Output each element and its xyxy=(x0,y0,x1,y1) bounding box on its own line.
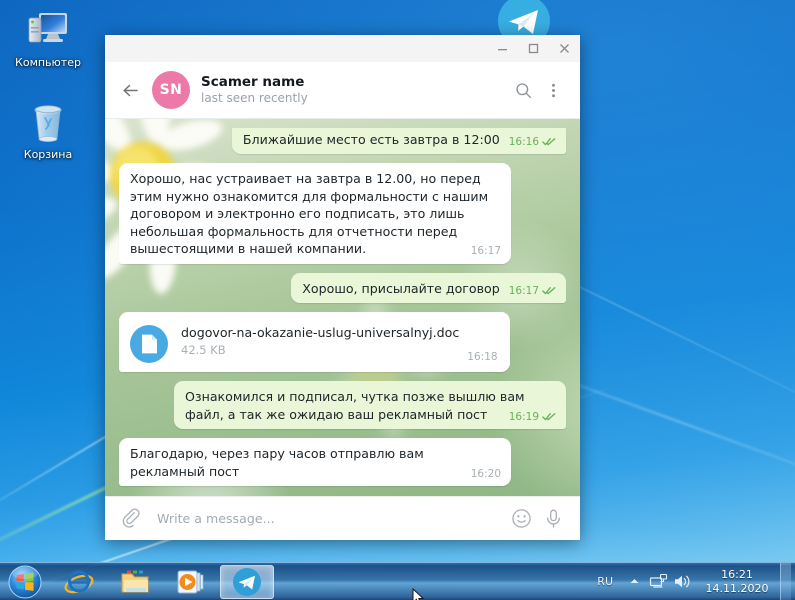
windows-start-orb xyxy=(8,565,42,598)
minimize-button[interactable] xyxy=(487,35,518,62)
message-row[interactable]: Хорошо, нас устраивает на завтра в 12.00… xyxy=(119,163,566,264)
system-tray[interactable]: RU 16:21 14.11.2020 xyxy=(588,562,795,600)
chat-header: SN Scamer name last seen recently xyxy=(105,62,580,119)
message-time: 16:17 xyxy=(508,284,539,297)
file-explorer-icon xyxy=(121,570,149,592)
message-list[interactable]: Ближайшие место есть завтра в 12:00 16:16… xyxy=(105,119,580,496)
clock[interactable]: 16:21 14.11.2020 xyxy=(694,568,780,596)
message-row[interactable]: Ближайшие место есть завтра в 12:00 16:16 xyxy=(119,127,566,154)
message-row[interactable]: dogovor-na-okazanie-uslug-universalnyj.d… xyxy=(119,312,566,372)
telegram-icon xyxy=(233,567,261,596)
message-bubble[interactable]: Ближайшие место есть завтра в 12:00 16:16 xyxy=(231,127,566,154)
show-hidden-icons-button[interactable] xyxy=(622,570,646,594)
message-row[interactable]: Хорошо, присылайте договор 16:17 xyxy=(119,272,566,303)
search-button[interactable] xyxy=(508,75,538,105)
window-titlebar[interactable] xyxy=(105,35,580,62)
message-meta: 16:17 xyxy=(471,245,501,257)
message-text: Ознакомился и подписал, чутка позже вышл… xyxy=(185,389,525,422)
message-bubble[interactable]: Хорошо, нас устраивает на завтра в 12.00… xyxy=(119,163,511,264)
recycle-bin-icon xyxy=(2,100,94,146)
peer-info[interactable]: Scamer name last seen recently xyxy=(201,74,508,106)
start-button[interactable] xyxy=(0,564,50,600)
network-icon xyxy=(649,573,667,588)
volume-icon xyxy=(674,575,689,588)
desktop-icon-computer[interactable]: Компьютер xyxy=(2,8,94,69)
taskbar-item-windows-media-player[interactable] xyxy=(164,565,218,599)
desktop-icon-recycle-bin[interactable]: Корзина xyxy=(2,100,94,161)
emoji-button[interactable] xyxy=(507,505,535,533)
close-button[interactable] xyxy=(549,35,580,62)
read-ticks-icon xyxy=(542,413,556,421)
network-button[interactable] xyxy=(646,570,670,594)
paperclip-icon xyxy=(122,508,140,528)
taskbar[interactable]: RU 16:21 14.11.2020 xyxy=(0,562,795,600)
message-time: 16:18 xyxy=(467,351,498,363)
message-text: Ближайшие место есть завтра в 12:00 xyxy=(242,131,500,147)
desktop-icon-label: Корзина xyxy=(23,148,73,161)
telegram-window[interactable]: SN Scamer name last seen recently Ближай… xyxy=(105,35,580,540)
chevron-up-icon xyxy=(630,579,638,583)
avatar-initials: SN xyxy=(159,82,183,98)
message-time: 16:19 xyxy=(508,410,539,423)
show-desktop-button[interactable] xyxy=(780,562,791,600)
message-time: 16:16 xyxy=(508,135,539,148)
peer-name: Scamer name xyxy=(201,74,305,90)
taskbar-item-file-explorer[interactable] xyxy=(108,565,162,599)
attach-button[interactable] xyxy=(118,506,144,532)
taskbar-item-internet-explorer[interactable] xyxy=(52,565,106,599)
menu-button[interactable] xyxy=(538,75,568,105)
document-message-bubble[interactable]: dogovor-na-okazanie-uslug-universalnyj.d… xyxy=(119,312,510,372)
message-bubble[interactable]: Ознакомился и подписал, чутка позже вышл… xyxy=(174,381,566,429)
message-composer[interactable] xyxy=(105,496,580,540)
message-meta: 16:19 xyxy=(509,411,556,423)
message-bubble[interactable]: Благодарю, через пару часов отправлю вам… xyxy=(119,438,511,486)
message-row[interactable]: Благодарю, через пару часов отправлю вам… xyxy=(119,438,566,486)
message-meta: 16:20 xyxy=(471,468,501,480)
message-text: Благодарю, через пару часов отправлю вам… xyxy=(130,446,424,479)
volume-button[interactable] xyxy=(670,570,694,594)
clock-time: 16:21 xyxy=(721,567,753,581)
message-time: 16:17 xyxy=(470,245,501,257)
message-bubble[interactable]: Хорошо, присылайте договор 16:17 xyxy=(291,272,566,303)
computer-icon xyxy=(2,8,94,54)
clock-date: 14.11.2020 xyxy=(705,581,769,595)
read-ticks-icon xyxy=(542,138,556,146)
maximize-button[interactable] xyxy=(518,35,549,62)
message-input[interactable] xyxy=(144,511,503,526)
message-meta: 16:17 xyxy=(509,285,556,297)
back-button[interactable] xyxy=(113,73,147,107)
peer-status: last seen recently xyxy=(201,91,308,105)
chat-area[interactable]: Ближайшие место есть завтра в 12:00 16:16… xyxy=(105,119,580,496)
desktop-icon-label: Компьютер xyxy=(15,56,81,69)
microphone-icon xyxy=(546,509,560,528)
more-vertical-icon xyxy=(551,83,555,97)
taskbar-item-telegram[interactable] xyxy=(220,564,274,599)
message-meta: 16:16 xyxy=(509,136,556,148)
avatar[interactable]: SN xyxy=(152,71,190,109)
message-row[interactable]: Ознакомился и подписал, чутка позже вышл… xyxy=(119,381,566,429)
message-time: 16:20 xyxy=(470,467,501,480)
document-file-size: 42.5 KB xyxy=(181,343,226,357)
document-file-icon[interactable] xyxy=(130,325,168,363)
read-ticks-icon xyxy=(542,287,556,295)
document-file-name[interactable]: dogovor-na-okazanie-uslug-universalnyj.d… xyxy=(181,324,459,341)
voice-message-button[interactable] xyxy=(539,505,567,533)
smiley-icon xyxy=(511,509,531,528)
search-icon xyxy=(515,82,531,98)
windows-media-player-icon xyxy=(177,570,204,593)
message-text: Хорошо, присылайте договор xyxy=(302,280,500,296)
message-text: Хорошо, нас устраивает на завтра в 12.00… xyxy=(130,171,489,256)
internet-explorer-icon xyxy=(64,569,94,593)
tray-language-indicator[interactable]: RU xyxy=(588,575,622,588)
